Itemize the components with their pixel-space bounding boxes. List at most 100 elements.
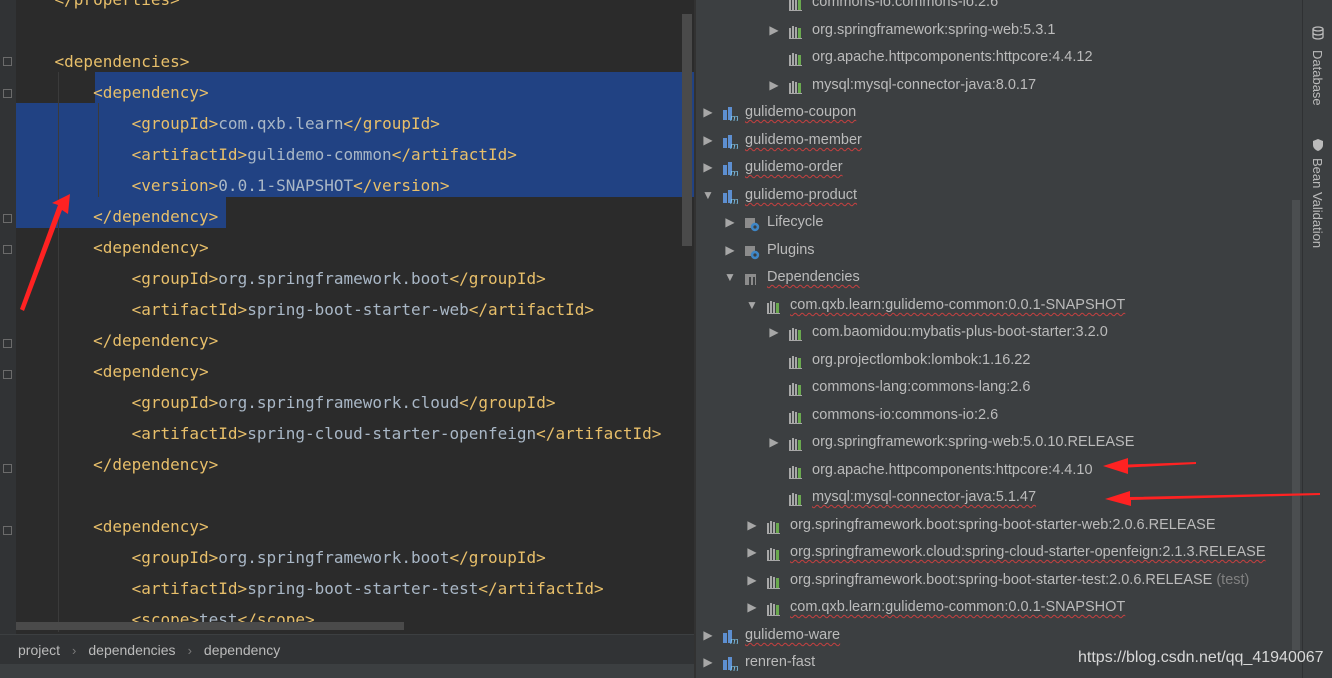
tree-node-module[interactable]: ▼ m gulidemo-product [696, 182, 1302, 209]
code-line[interactable]: <dependencies> [16, 46, 190, 77]
code-line[interactable]: <dependency> [16, 77, 209, 108]
code-line[interactable]: <dependency> [16, 356, 209, 387]
xml-tag: <dependency> [93, 238, 209, 257]
expand-arrow-right-icon[interactable]: ▶ [702, 154, 714, 181]
expand-arrow-right-icon[interactable]: ▶ [768, 429, 780, 456]
tree-node-module[interactable]: ▶ m gulidemo-coupon [696, 99, 1302, 126]
breadcrumb-item-dependencies[interactable]: dependencies [76, 642, 181, 658]
expand-arrow-right-icon[interactable]: ▶ [768, 17, 780, 44]
expand-arrow-down-icon[interactable]: ▼ [724, 264, 736, 291]
expand-arrow-right-icon[interactable]: ▶ [702, 649, 714, 676]
tree-node[interactable]: ▶ com.qxb.learn:gulidemo-common:0.0.1-SNA… [696, 594, 1302, 621]
code-line[interactable]: </properties> [16, 0, 180, 15]
maven-projects-tree[interactable]: commons-io:commons-io:2.6 ▶ org.springfram… [696, 0, 1302, 678]
expand-arrow-right-icon[interactable]: ▶ [768, 319, 780, 346]
code-line[interactable]: <artifactId>gulidemo-common</artifactId> [16, 139, 517, 170]
expand-arrow-down-icon[interactable]: ▼ [702, 182, 714, 209]
svg-text:m: m [730, 142, 738, 150]
tree-node-label: mysql:mysql-connector-java:8.0.17 [812, 77, 1037, 93]
fold-marker-icon[interactable] [3, 89, 12, 98]
xml-text: gulidemo-common [247, 145, 392, 164]
code-line[interactable]: <groupId>org.springframework.boot</group… [16, 542, 546, 573]
code-line[interactable]: <version>0.0.1-SNAPSHOT</version> [16, 170, 450, 201]
tree-node-module[interactable]: ▶ m gulidemo-member [696, 127, 1302, 154]
code-editor[interactable]: </properties> <dependencies> <dependency… [0, 0, 694, 634]
breadcrumb-item-dependency[interactable]: dependency [192, 642, 286, 658]
fold-marker-icon[interactable] [3, 57, 12, 66]
fold-marker-icon[interactable] [3, 245, 12, 254]
tree-node[interactable]: ▶ Lifecycle [696, 209, 1302, 236]
tree-node[interactable]: ▶ Plugins [696, 237, 1302, 264]
code-line[interactable]: <artifactId>spring-cloud-starter-openfei… [16, 418, 662, 449]
tree-node[interactable]: ▶ org.springframework:spring-web:5.3.1 [696, 17, 1302, 44]
code-line[interactable]: <dependency> [16, 232, 209, 263]
fold-marker-icon[interactable] [3, 464, 12, 473]
xml-text: spring-boot-starter-web [247, 300, 469, 319]
xml-tag: <groupId> [131, 114, 219, 133]
code-line[interactable]: <groupId>org.springframework.cloud</grou… [16, 387, 556, 418]
expand-arrow-right-icon[interactable]: ▶ [746, 512, 758, 539]
xml-tag: </groupId> [459, 393, 556, 412]
editor-vertical-scrollbar[interactable] [682, 14, 692, 246]
tree-node[interactable]: org.projectlombok:lombok:1.16.22 [696, 347, 1302, 374]
code-line[interactable]: <artifactId>spring-boot-starter-test</ar… [16, 573, 604, 604]
tree-node[interactable]: commons-io:commons-io:2.6 [696, 0, 1302, 16]
xml-tag: <groupId> [131, 269, 219, 288]
tree-node[interactable]: org.apache.httpcomponents:httpcore:4.4.1… [696, 44, 1302, 71]
breadcrumb-item-project[interactable]: project [0, 642, 66, 658]
tree-node-label-wrap: mysql:mysql-connector-java:5.1.47 [812, 484, 1036, 511]
tree-node-module[interactable]: ▶ m gulidemo-order [696, 154, 1302, 181]
tree-node[interactable]: ▼ com.qxb.learn:gulidemo-common:0.0.1-SNA… [696, 292, 1302, 319]
tab-database[interactable]: Database [1306, 22, 1330, 112]
fold-marker-icon[interactable] [3, 526, 12, 535]
tree-node[interactable]: org.apache.httpcomponents:httpcore:4.4.1… [696, 457, 1302, 484]
editor-horizontal-scrollbar[interactable] [16, 622, 404, 630]
tree-node-label: Lifecycle [767, 214, 824, 230]
expand-arrow-right-icon[interactable]: ▶ [768, 72, 780, 99]
expand-arrow-down-icon[interactable]: ▼ [746, 292, 758, 319]
fold-marker-icon[interactable] [3, 339, 12, 348]
tree-node[interactable]: ▶ org.springframework.cloud:spring-cloud-… [696, 539, 1302, 566]
code-line[interactable]: <groupId>org.springframework.boot</group… [16, 263, 546, 294]
expand-arrow-right-icon[interactable]: ▶ [724, 209, 736, 236]
tree-node[interactable]: ▼ Dependencies [696, 264, 1302, 291]
library-icon [788, 490, 804, 506]
tree-node-label: mysql:mysql-connector-java:5.1.47 [812, 489, 1037, 505]
tree-node-label: gulidemo-product [745, 187, 858, 203]
code-line[interactable]: <groupId>com.qxb.learn</groupId> [16, 108, 440, 139]
tab-database-label: Database [1310, 50, 1325, 106]
tree-node[interactable]: ▶ org.springframework:spring-web:5.0.10.R… [696, 429, 1302, 456]
expand-arrow-right-icon[interactable]: ▶ [746, 539, 758, 566]
tree-node[interactable]: commons-io:commons-io:2.6 [696, 402, 1302, 429]
bean-validation-icon [1313, 139, 1323, 151]
code-line[interactable]: </dependency> [16, 201, 218, 232]
svg-text:m: m [730, 664, 738, 672]
expand-arrow-right-icon[interactable]: ▶ [746, 594, 758, 621]
tree-node[interactable]: commons-lang:commons-lang:2.6 [696, 374, 1302, 401]
tree-node[interactable]: ▶ mysql:mysql-connector-java:8.0.17 [696, 72, 1302, 99]
tree-node-label-wrap: commons-io:commons-io:2.6 [812, 402, 998, 429]
expand-arrow-right-icon[interactable]: ▶ [702, 622, 714, 649]
tab-bean-validation[interactable]: Bean Validation [1306, 134, 1330, 259]
tree-node[interactable]: mysql:mysql-connector-java:5.1.47 [696, 484, 1302, 511]
tree-node-module[interactable]: ▶ m gulidemo-ware [696, 622, 1302, 649]
fold-marker-icon[interactable] [3, 214, 12, 223]
expand-arrow-right-icon[interactable]: ▶ [746, 567, 758, 594]
tree-node-label: gulidemo-ware [745, 627, 841, 643]
fold-marker-icon[interactable] [3, 370, 12, 379]
xml-tag: <artifactId> [131, 424, 248, 443]
svg-text:m: m [730, 637, 738, 645]
tree-node[interactable]: ▶ com.baomidou:mybatis-plus-boot-starter:… [696, 319, 1302, 346]
xml-text: org.springframework.boot [218, 548, 450, 567]
tree-vertical-scrollbar[interactable] [1292, 200, 1300, 650]
expand-arrow-right-icon[interactable]: ▶ [702, 127, 714, 154]
code-line[interactable]: <artifactId>spring-boot-starter-web</art… [16, 294, 594, 325]
code-line[interactable]: </dependency> [16, 325, 218, 356]
expand-arrow-right-icon[interactable]: ▶ [724, 237, 736, 264]
tree-node[interactable]: ▶ org.springframework.boot:spring-boot-st… [696, 567, 1302, 594]
code-line[interactable]: <dependency> [16, 511, 209, 542]
code-line[interactable]: </dependency> [16, 449, 218, 480]
expand-arrow-right-icon[interactable]: ▶ [702, 99, 714, 126]
tree-node[interactable]: ▶ org.springframework.boot:spring-boot-st… [696, 512, 1302, 539]
